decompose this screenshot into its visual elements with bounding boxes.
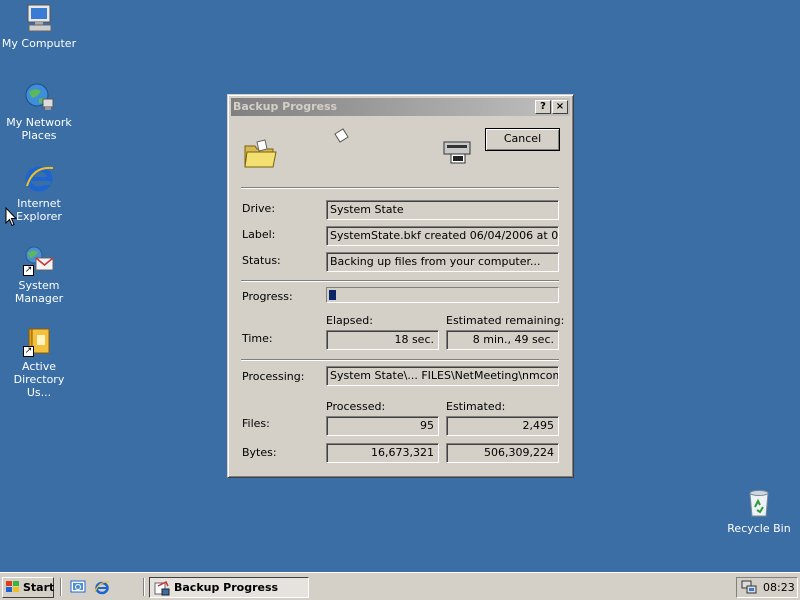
remaining-header: Estimated remaining: [446, 314, 565, 327]
show-desktop-icon[interactable] [70, 579, 86, 595]
desktop-icon-label: My Network Places [6, 116, 72, 142]
bytes-processed-field: 16,673,321 [326, 443, 439, 463]
progress-bar-fill [329, 290, 336, 300]
divider [241, 187, 559, 189]
taskbar-divider [143, 578, 145, 596]
desktop-icon-label: My Computer [1, 37, 77, 50]
desktop-icon-recycle-bin[interactable]: Recycle Bin [721, 487, 797, 535]
help-button[interactable]: ? [535, 100, 551, 114]
desktop-icon-label: Recycle Bin [727, 522, 791, 535]
dialog-title: Backup Progress [233, 100, 338, 113]
computer-icon [23, 2, 55, 34]
windows-logo-icon [6, 581, 19, 592]
desktop-icon-my-computer[interactable]: My Computer [1, 2, 77, 50]
drive-label: Drive: [242, 202, 276, 215]
time-label: Time: [242, 332, 273, 345]
estimated-header: Estimated: [446, 400, 506, 413]
files-estimated-field: 2,495 [446, 416, 559, 436]
shortcut-arrow-icon: ↗ [23, 346, 34, 357]
progress-bar [326, 287, 559, 303]
desktop-icon-my-network-places[interactable]: My Network Places [1, 81, 77, 142]
folder-icon [243, 138, 277, 173]
desktop-icon-system-manager[interactable]: ↗ System Manager [1, 244, 77, 305]
elapsed-header: Elapsed: [326, 314, 373, 327]
flying-page-icon [332, 128, 350, 147]
files-label: Files: [242, 417, 270, 430]
internet-explorer-quicklaunch-icon[interactable] [94, 579, 110, 595]
clock[interactable]: 08:23 [763, 578, 795, 597]
active-directory-icon: ↗ [23, 325, 55, 357]
backup-app-icon [154, 580, 170, 596]
start-label: Start [23, 581, 55, 594]
close-button[interactable]: × [552, 100, 568, 114]
files-processed-field: 95 [326, 416, 439, 436]
bytes-label: Bytes: [242, 446, 277, 459]
backup-drive-icon [442, 136, 474, 169]
taskbar-button-backup-progress[interactable]: Backup Progress [149, 577, 309, 598]
system-manager-icon: ↗ [23, 244, 55, 276]
progress-label: Progress: [242, 290, 293, 303]
taskbar: Start Backup Progress 08:23 [0, 572, 800, 600]
processing-label: Processing: [242, 370, 305, 383]
start-button[interactable]: Start [2, 577, 54, 598]
network-status-icon[interactable] [741, 580, 757, 595]
processing-value-field: System State\... FILES\NetMeeting\nmcom.… [326, 366, 559, 386]
shortcut-arrow-icon: ↗ [23, 265, 34, 276]
label-value-field: SystemState.bkf created 06/04/2006 at 08… [326, 226, 559, 246]
desktop-icon-label: Active Directory Us... [13, 360, 65, 399]
system-tray: 08:23 [736, 577, 798, 598]
processed-header: Processed: [326, 400, 386, 413]
cancel-button[interactable]: Cancel [485, 128, 560, 151]
divider [241, 280, 559, 282]
dialog-titlebar[interactable]: Backup Progress ? × [231, 98, 570, 116]
status-value-field: Backing up files from your computer... [326, 252, 559, 272]
mouse-pointer-icon [5, 207, 17, 227]
label-label: Label: [242, 228, 276, 241]
internet-explorer-icon [23, 162, 55, 194]
recycle-bin-icon [743, 487, 775, 519]
desktop-icon-active-directory[interactable]: ↗ Active Directory Us... [1, 325, 77, 399]
time-elapsed-field: 18 sec. [326, 330, 439, 350]
network-globe-icon [23, 81, 55, 113]
drive-value-field: System State [326, 200, 559, 220]
time-remaining-field: 8 min., 49 sec. [446, 330, 559, 350]
desktop-icon-label: System Manager [14, 279, 64, 305]
bytes-estimated-field: 506,309,224 [446, 443, 559, 463]
taskbar-divider [60, 578, 62, 596]
status-label: Status: [242, 254, 281, 267]
taskbar-button-label: Backup Progress [174, 581, 279, 594]
divider [241, 359, 559, 361]
